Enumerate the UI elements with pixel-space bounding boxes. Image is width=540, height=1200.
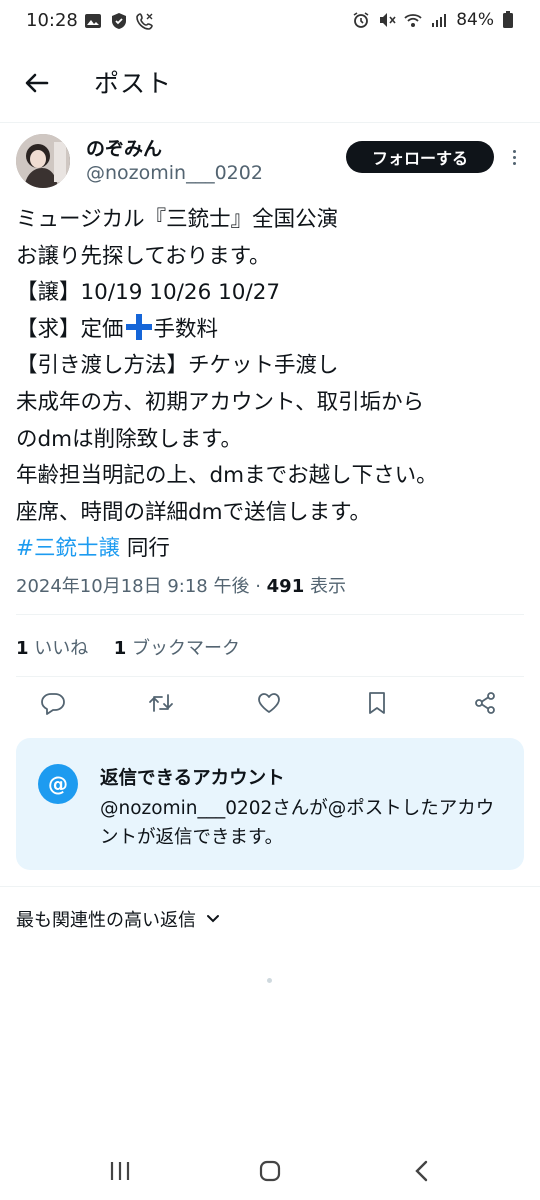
like-icon — [258, 693, 280, 713]
like-button[interactable] — [256, 690, 286, 720]
reply-button[interactable] — [40, 690, 70, 720]
post-line: ミュージカル『三銃士』全国公演 — [16, 207, 339, 232]
post-line: お譲り先探しております。 — [16, 243, 271, 269]
status-time: 10:28 — [26, 10, 78, 31]
retweet-icon — [149, 694, 173, 712]
reply-icon — [41, 693, 65, 715]
system-back-button[interactable] — [402, 1154, 442, 1188]
user-handle[interactable]: @nozomin___0202 — [86, 162, 263, 184]
recent-apps-button[interactable] — [100, 1154, 140, 1188]
post-line: 【譲】10/19 10/26 10/27 — [16, 280, 281, 306]
mute-icon — [378, 11, 396, 29]
call-icon — [136, 12, 154, 30]
share-icon — [475, 692, 495, 714]
status-bar: 10:28 84% — [0, 0, 540, 44]
retweet-button[interactable] — [148, 690, 178, 720]
gallery-icon — [84, 12, 102, 30]
share-button[interactable] — [472, 690, 502, 720]
loading-indicator — [267, 978, 272, 983]
reply-sort-dropdown[interactable]: 最も関連性の高い返信 — [16, 906, 220, 932]
arrow-left-icon — [25, 73, 49, 93]
chevron-left-icon — [415, 1160, 428, 1182]
bookmarks-stat[interactable]: 1 ブックマーク — [114, 638, 240, 659]
home-icon — [259, 1160, 281, 1182]
home-button[interactable] — [250, 1154, 290, 1188]
more-options-icon[interactable] — [504, 144, 524, 170]
views-count: 491 — [266, 576, 305, 597]
avatar-image — [16, 134, 70, 188]
chevron-down-icon — [207, 915, 219, 923]
top-app-bar: ポスト — [0, 44, 540, 122]
post-line: 年齢担当明記の上、dmまでお越し下さい。 — [16, 463, 438, 489]
wifi-icon — [404, 11, 422, 29]
shield-icon — [110, 12, 128, 30]
post-line: #三銃士譲 同行 — [16, 536, 170, 562]
sort-label: 最も関連性の高い返信 — [16, 910, 196, 931]
bookmark-button[interactable] — [364, 690, 394, 720]
back-button[interactable] — [20, 66, 54, 100]
post-meta: 2024年10月18日 9:18 午後 · 491 表示 — [16, 576, 346, 597]
views-label: 表示 — [304, 576, 346, 597]
hashtag-link[interactable]: #三銃士譲 — [16, 536, 120, 561]
engagement-stats: 1 いいね 1 ブックマーク — [16, 634, 240, 660]
battery-percent: 84% — [456, 10, 494, 30]
display-name[interactable]: のぞみん — [86, 134, 162, 161]
post-timestamp[interactable]: 2024年10月18日 9:18 午後 — [16, 576, 249, 597]
avatar[interactable] — [16, 134, 70, 188]
alarm-icon — [352, 11, 370, 29]
post-line: のdmは削除致します。 — [16, 426, 242, 452]
at-sign-icon: @ — [38, 764, 78, 804]
bookmark-icon — [369, 692, 385, 714]
post-line: 座席、時間の詳細dmで送信します。 — [16, 499, 371, 525]
plus-emoji-icon — [125, 313, 152, 340]
post-line: 【求】定価 手数料 — [16, 312, 526, 349]
post-line: 未成年の方、初期アカウント、取引垢から — [16, 389, 425, 415]
header-divider — [0, 122, 540, 123]
meta-divider — [16, 614, 524, 615]
notice-divider — [0, 886, 540, 887]
page-title: ポスト — [94, 69, 173, 98]
post-text: ミュージカル『三銃士』全国公演 お譲り先探しております。 【譲】10/19 10… — [16, 202, 526, 568]
battery-icon — [502, 11, 520, 29]
notice-text: @nozomin___0202さんが@ポストしたアカウントが返信できます。 — [100, 798, 495, 848]
stats-divider — [16, 676, 524, 677]
signal-icon — [430, 11, 448, 29]
notice-title: 返信できるアカウント — [100, 768, 285, 789]
recent-apps-icon — [110, 1162, 130, 1180]
likes-stat[interactable]: 1 いいね — [16, 638, 88, 659]
post-line: 【引き渡し方法】チケット手渡し — [16, 353, 339, 379]
follow-button[interactable]: フォローする — [346, 141, 494, 173]
